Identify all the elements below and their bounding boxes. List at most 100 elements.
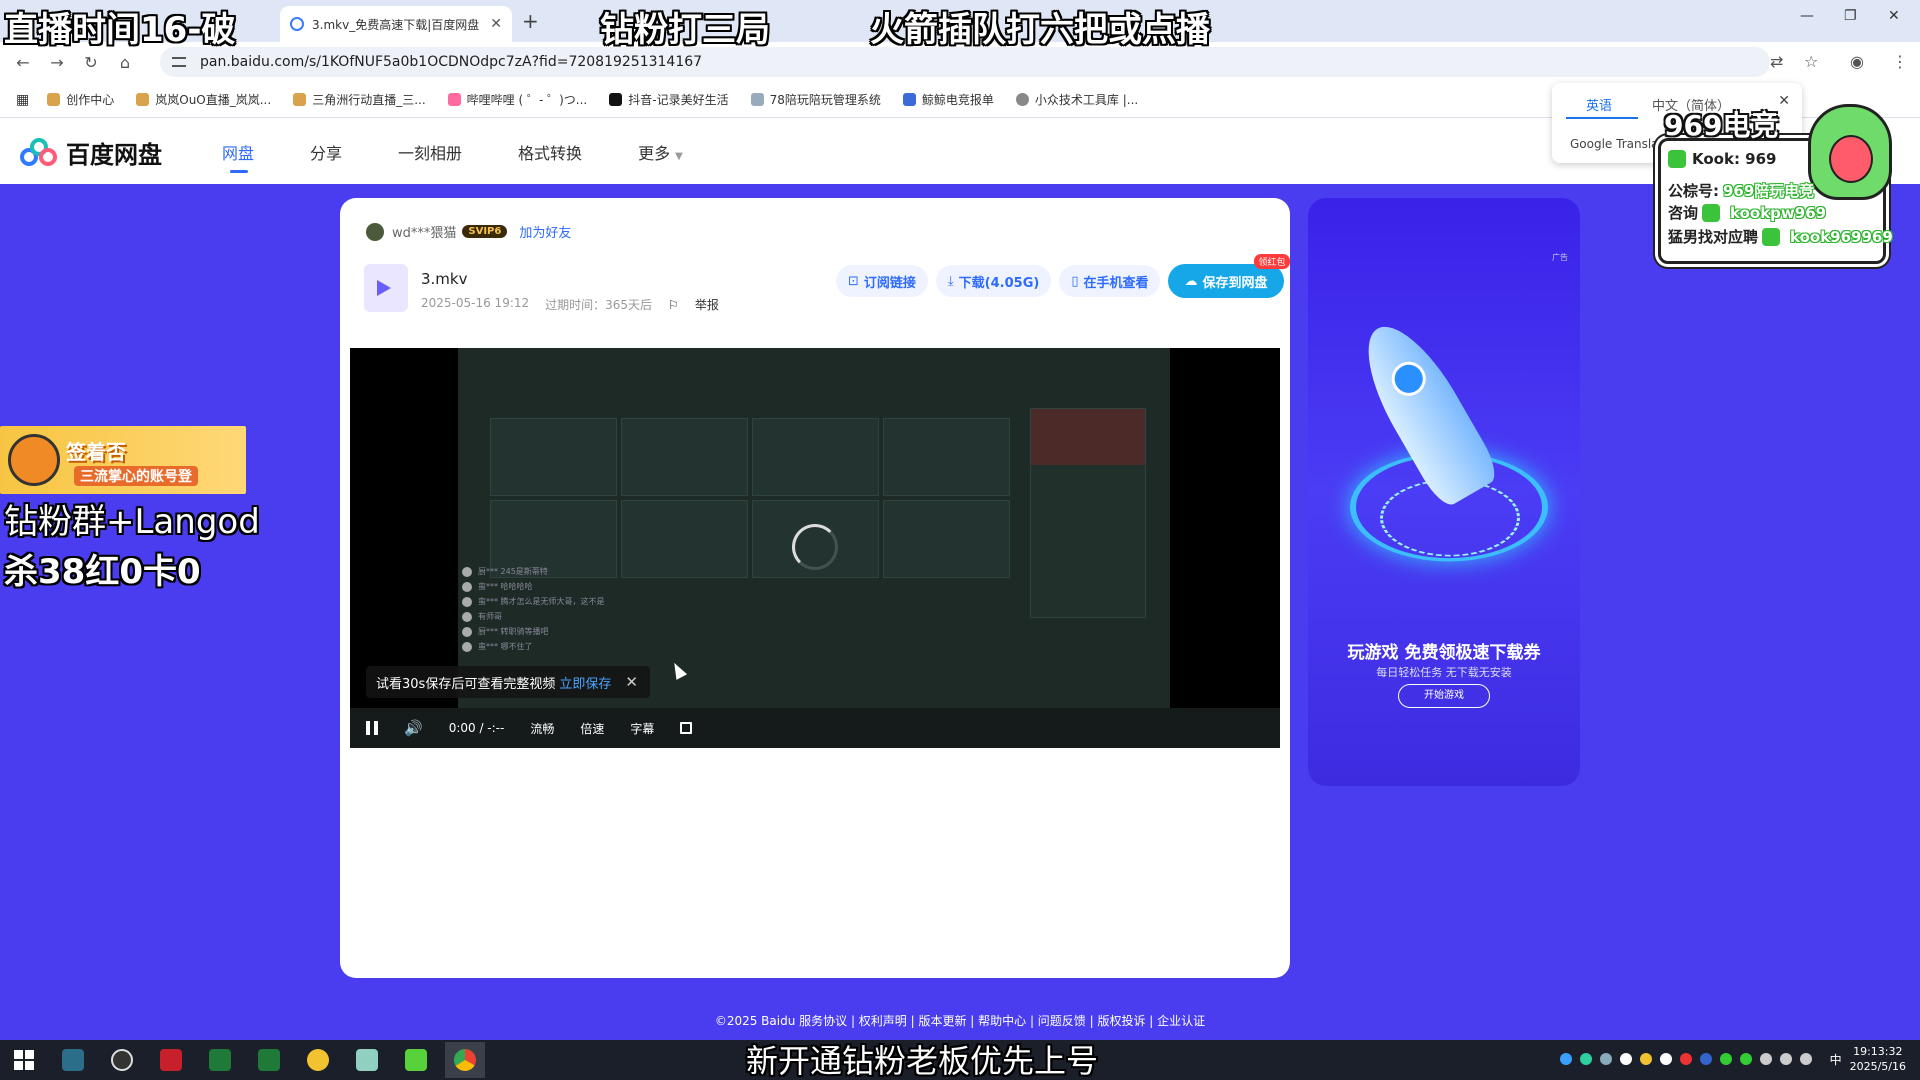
promo-zp-line: 猛男找对应聘 kook969969 [1668, 226, 1893, 247]
sharer-info: wd***猥猫 SVIP6 加为好友 [366, 222, 571, 241]
taskbar-app-icon[interactable] [347, 1042, 387, 1078]
kook-icon [1668, 150, 1686, 168]
tray-app-icon[interactable] [1639, 1053, 1652, 1065]
fullscreen-icon[interactable] [680, 722, 693, 734]
game-ad[interactable]: 广告 玩游戏 免费领极速下载券 每日轻松任务 无下载无安装 开始游戏 [1308, 198, 1580, 786]
back-icon[interactable]: ← [6, 53, 40, 72]
taskbar-app-icon[interactable] [249, 1042, 289, 1078]
forward-icon[interactable]: → [40, 53, 74, 72]
taskbar-app-icon[interactable] [200, 1042, 240, 1078]
chevron-down-icon: ▼ [675, 151, 683, 162]
restore-icon[interactable]: ❐ [1844, 8, 1857, 24]
chat-line: 蛮*** 腾才怎么是无师大哥，这不是 [462, 596, 605, 607]
tray-app-icon[interactable] [1739, 1053, 1752, 1065]
menu-kebab-icon[interactable]: ⋮ [1892, 52, 1908, 71]
tray-app-icon[interactable] [1599, 1053, 1612, 1065]
bookmark-item[interactable]: 抖音-记录美好生活 [609, 91, 729, 108]
download-button[interactable]: ⤓ 下载(4.05G) [935, 265, 1052, 297]
chrome-icon[interactable] [445, 1042, 485, 1078]
overlay-kill-stats: 杀38红0卡0 [4, 552, 201, 592]
baidu-pan-logo[interactable]: 百度网盘 [20, 135, 162, 170]
view-on-phone-button[interactable]: ▯ 在手机查看 [1059, 265, 1161, 297]
tab-title: 3.mkv_免费高速下载|百度网盘 [312, 17, 480, 32]
subscribe-label: 订阅链接 [863, 275, 916, 291]
url-bar[interactable]: pan.baidu.com/s/1KOfNUF5a0b1OCDNOdpc7zA?… [160, 47, 1770, 77]
bookmark-item[interactable]: 小众技术工具库 |... [1015, 91, 1138, 108]
tray-icons [1559, 1053, 1820, 1065]
translate-icon[interactable]: ⇄ [1770, 52, 1783, 71]
file-meta: 2025-05-16 19:12 过期时间：365天后 ⚐ 举报 [421, 296, 751, 313]
trial-tip: 试看30s保存后可查看完整视频 立即保存 ✕ [366, 666, 650, 698]
pause-icon[interactable] [366, 721, 378, 735]
obs-icon[interactable] [102, 1042, 142, 1078]
tab-close-icon[interactable]: ✕ [490, 16, 502, 32]
svip-badge: SVIP6 [462, 225, 508, 238]
start-game-button[interactable]: 开始游戏 [1398, 684, 1490, 708]
reload-icon[interactable]: ↻ [74, 53, 108, 72]
taskbar-app-icon[interactable] [151, 1042, 191, 1078]
bookmark-item[interactable]: 78陪玩陪玩管理系统 [750, 91, 881, 108]
nav-item-share[interactable]: 分享 [310, 140, 342, 164]
trial-tip-close-icon[interactable]: ✕ [625, 673, 638, 691]
taskbar-app-icon[interactable] [298, 1042, 338, 1078]
bookmark-label: 三角洲行动直播_三... [312, 93, 426, 107]
subtitle-button[interactable]: 字幕 [630, 720, 654, 737]
tray-app-icon[interactable] [1699, 1053, 1712, 1065]
taskbar-app-icon[interactable] [53, 1042, 93, 1078]
tray-cloud-icon[interactable] [1559, 1053, 1572, 1065]
bookmark-item[interactable]: 创作中心 [47, 91, 114, 108]
ad-tag: 广告 [1552, 253, 1568, 262]
chat-line: 蛮*** 哪不住了 [462, 641, 605, 652]
add-friend-link[interactable]: 加为好友 [519, 222, 571, 241]
bookmark-item[interactable]: 三角洲行动直播_三... [293, 91, 426, 108]
share-card: wd***猥猫 SVIP6 加为好友 3.mkv 2025-05-16 19:1… [340, 198, 1290, 978]
close-window-icon[interactable]: ✕ [1888, 8, 1900, 24]
minimize-icon[interactable]: — [1800, 8, 1814, 24]
nav-more-label: 更多 [638, 144, 671, 163]
report-link[interactable]: ⚐ 举报 [668, 296, 735, 313]
nav-item-pan[interactable]: 网盘 [222, 140, 254, 173]
tab-active[interactable]: 3.mkv_免费高速下载|百度网盘 ✕ [280, 6, 512, 42]
bookmark-label: 78陪玩陪玩管理系统 [769, 93, 881, 107]
home-icon[interactable]: ⌂ [108, 53, 142, 72]
player-controls: 🔊 0:00 / -:-- 流畅 倍速 字幕 [350, 708, 1280, 748]
bookmark-star-icon[interactable]: ☆ [1804, 52, 1818, 71]
nav-item-more[interactable]: 更多 ▼ [638, 140, 683, 164]
tray-app-icon[interactable] [1719, 1053, 1732, 1065]
nav-item-album[interactable]: 一刻相册 [398, 140, 462, 164]
promo-kook: Kook: 969 [1692, 150, 1777, 168]
taskbar-clock[interactable]: 19:13:32 2025/5/16 [1850, 1044, 1906, 1074]
video-player[interactable]: 厨*** 245是斯蒂特 蛮*** 哈哈哈哈 蛮*** 腾才怎么是无师大哥，这不… [350, 348, 1280, 748]
save-to-pan-button[interactable]: ☁ 保存到网盘 领红包 [1168, 254, 1290, 298]
bookmark-item[interactable]: 鲸鲸电竞报单 [902, 91, 994, 108]
bookmark-favicon-icon [902, 93, 916, 106]
nav-item-convert[interactable]: 格式转换 [518, 140, 582, 164]
bookmark-item[interactable]: 哔哩哔哩 ( ゜- ゜)つ... [447, 91, 587, 108]
ime-indicator[interactable]: 中 [1830, 1051, 1842, 1068]
apps-grid-icon[interactable]: ▦ [16, 92, 29, 108]
subscribe-button[interactable]: ⊡ 订阅链接 [836, 265, 928, 297]
tray-app-icon[interactable] [1659, 1053, 1672, 1065]
tray-app-icon[interactable] [1619, 1053, 1632, 1065]
report-label: 举报 [694, 298, 719, 312]
phone-label: 在手机查看 [1083, 275, 1149, 291]
quality-button[interactable]: 流畅 [530, 720, 554, 737]
site-info-icon[interactable] [172, 57, 186, 67]
tray-app-icon[interactable] [1579, 1053, 1592, 1065]
promo-kook-line: Kook: 969 [1668, 150, 1776, 168]
sign-subtitle: 三流掌心的账号登 [74, 466, 198, 486]
trial-save-link[interactable]: 立即保存 [559, 673, 611, 692]
tray-app-icon[interactable] [1679, 1053, 1692, 1065]
network-icon[interactable] [1799, 1053, 1812, 1065]
translate-source-tab[interactable]: 英语 [1565, 95, 1639, 119]
windows-start-icon[interactable] [4, 1042, 44, 1078]
bookmark-item[interactable]: 岚岚OuO直播_岚岚... [136, 91, 271, 108]
volume-icon[interactable]: 🔊 [404, 719, 423, 737]
new-tab-icon[interactable]: + [522, 9, 539, 33]
microphone-icon[interactable] [1759, 1053, 1772, 1065]
kook-icon[interactable] [396, 1042, 436, 1078]
bookmark-favicon-icon [293, 93, 307, 106]
speed-button[interactable]: 倍速 [580, 720, 604, 737]
profile-icon[interactable]: ◉ [1850, 52, 1864, 71]
speaker-icon[interactable] [1779, 1053, 1792, 1065]
